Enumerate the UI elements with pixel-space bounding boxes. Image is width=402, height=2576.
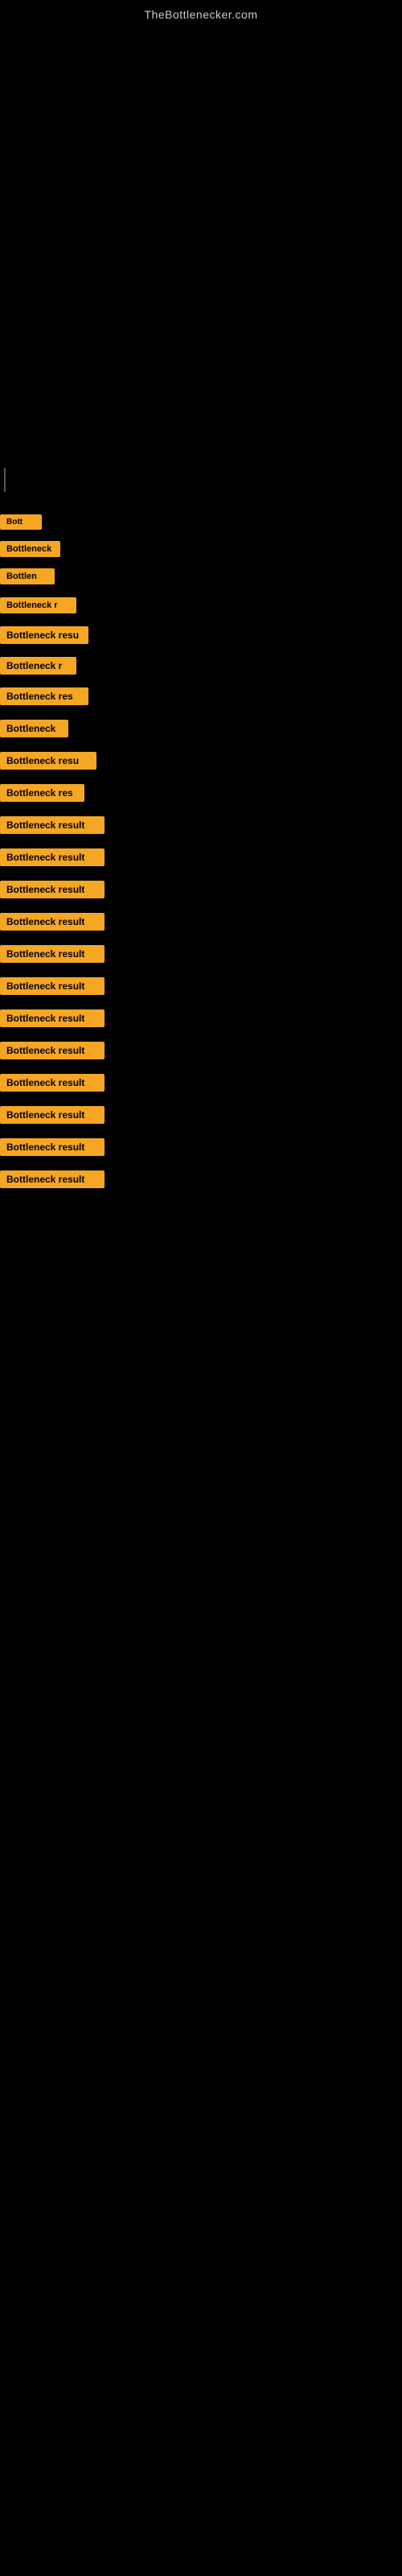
bottleneck-items-container: Bott Bottleneck Bottlen Bottleneck r Bottlen…: [0, 508, 402, 1209]
bottleneck-item[interactable]: Bott: [0, 514, 402, 530]
bottleneck-item[interactable]: Bottleneck result: [0, 1106, 402, 1124]
bottleneck-item[interactable]: Bottleneck result: [0, 1074, 402, 1092]
bottleneck-item[interactable]: Bottleneck resu: [0, 752, 402, 770]
bottleneck-label: Bottleneck result: [0, 1170, 105, 1188]
bottleneck-item[interactable]: Bottleneck result: [0, 848, 402, 866]
section-line: [4, 468, 6, 492]
site-title: TheBottlenecker.com: [0, 0, 402, 25]
bottleneck-item[interactable]: Bottlen: [0, 568, 402, 584]
bottleneck-label: Bottleneck resu: [0, 626, 88, 644]
bottleneck-item[interactable]: Bottleneck result: [0, 1138, 402, 1156]
bottleneck-label: Bottleneck: [0, 720, 68, 737]
bottleneck-label: Bottleneck: [0, 541, 60, 557]
bottleneck-item[interactable]: Bottleneck result: [0, 977, 402, 995]
bottleneck-label: Bottleneck res: [0, 687, 88, 705]
bottleneck-label: Bottleneck result: [0, 977, 105, 995]
bottleneck-label: Bottleneck result: [0, 1042, 105, 1059]
bottleneck-item[interactable]: Bottleneck resu: [0, 626, 402, 644]
bottleneck-item[interactable]: Bottleneck result: [0, 816, 402, 834]
bottleneck-label: Bottleneck r: [0, 597, 76, 613]
bottleneck-item[interactable]: Bottleneck result: [0, 881, 402, 898]
bottleneck-label: Bottleneck result: [0, 816, 105, 834]
bottleneck-label: Bottleneck r: [0, 657, 76, 675]
bottleneck-label: Bott: [0, 514, 42, 530]
bottleneck-item[interactable]: Bottleneck r: [0, 657, 402, 675]
bottleneck-label: Bottleneck result: [0, 1009, 105, 1027]
bottleneck-item[interactable]: Bottleneck result: [0, 913, 402, 931]
bottleneck-item[interactable]: Bottleneck r: [0, 597, 402, 613]
bottleneck-item[interactable]: Bottleneck result: [0, 945, 402, 963]
bottleneck-label: Bottleneck result: [0, 848, 105, 866]
bottleneck-label: Bottleneck result: [0, 1106, 105, 1124]
bottleneck-item[interactable]: Bottleneck: [0, 541, 402, 557]
bottleneck-item[interactable]: Bottleneck result: [0, 1042, 402, 1059]
bottleneck-label: Bottleneck result: [0, 881, 105, 898]
bottleneck-item[interactable]: Bottleneck: [0, 720, 402, 737]
chart-area: [0, 25, 402, 468]
bottleneck-item[interactable]: Bottleneck result: [0, 1009, 402, 1027]
bottleneck-item[interactable]: Bottleneck result: [0, 1170, 402, 1188]
bottleneck-label: Bottleneck resu: [0, 752, 96, 770]
bottleneck-label: Bottleneck result: [0, 1138, 105, 1156]
bottleneck-item[interactable]: Bottleneck res: [0, 687, 402, 705]
bottleneck-label: Bottleneck result: [0, 913, 105, 931]
bottleneck-label: Bottlen: [0, 568, 55, 584]
bottleneck-label: Bottleneck result: [0, 1074, 105, 1092]
bottleneck-label: Bottleneck res: [0, 784, 84, 802]
bottleneck-label: Bottleneck result: [0, 945, 105, 963]
bottleneck-item[interactable]: Bottleneck res: [0, 784, 402, 802]
